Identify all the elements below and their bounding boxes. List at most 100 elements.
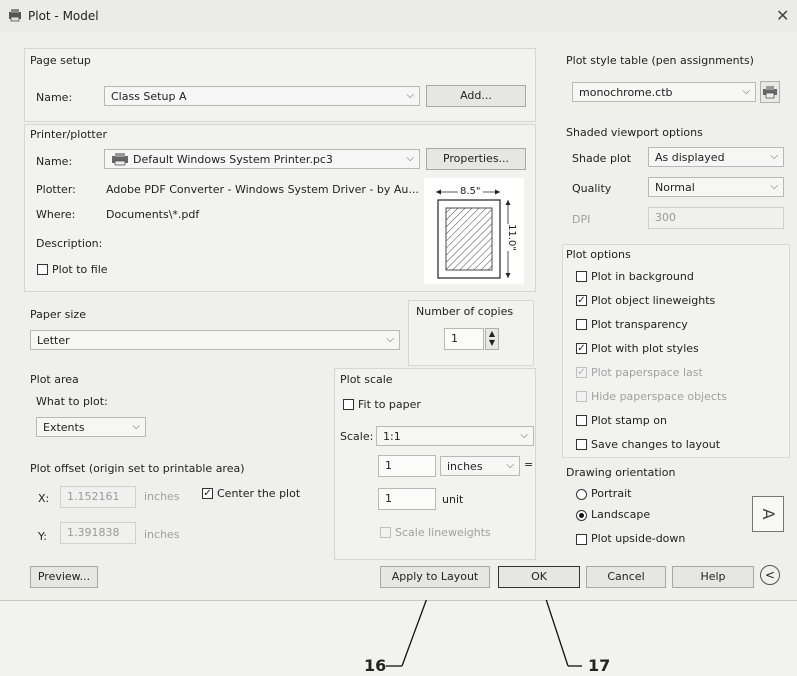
page-setup-name-label: Name:: [36, 91, 73, 104]
plot-option-label: Save changes to layout: [591, 438, 721, 451]
printer-icon: [111, 152, 129, 168]
center-plot-checkbox[interactable]: ✓: [202, 488, 213, 499]
portrait-radio[interactable]: [576, 489, 587, 500]
title-bar: Plot - Model ✕: [0, 0, 797, 32]
plot-option-label: Plot paperspace last: [591, 366, 703, 379]
plot-option-checkbox[interactable]: ✓: [576, 295, 587, 306]
plot-scale-heading: Plot scale: [340, 373, 393, 386]
dpi-label: DPI: [572, 213, 591, 226]
drawing-orientation-heading: Drawing orientation: [566, 466, 676, 479]
plot-option-label: Plot in background: [591, 270, 694, 283]
printer-name-dropdown[interactable]: Default Windows System Printer.pc3 ⌵: [104, 149, 420, 169]
scale-label: Scale:: [340, 430, 374, 443]
plot-option-checkbox[interactable]: [576, 439, 587, 450]
where-value: Documents\*.pdf: [106, 208, 200, 221]
where-label: Where:: [36, 208, 76, 221]
plot-style-table-dropdown[interactable]: monochrome.ctb ⌵: [572, 82, 756, 102]
plot-option-checkbox[interactable]: [576, 271, 587, 282]
chevron-down-icon: ⌵: [742, 86, 750, 97]
more-options-icon[interactable]: <: [760, 565, 780, 585]
chevron-down-icon: ⌵: [406, 90, 414, 101]
chevron-down-icon: ⌵: [386, 334, 394, 345]
chevron-down-icon: ⌵: [506, 460, 514, 471]
chevron-down-icon: ⌵: [406, 153, 414, 164]
paper-size-dropdown[interactable]: Letter ⌵: [30, 330, 400, 350]
plot-offset-heading: Plot offset (origin set to printable are…: [30, 462, 245, 475]
paper-preview: 8.5" 11.0": [424, 178, 524, 284]
ok-button[interactable]: OK: [498, 566, 580, 588]
shade-plot-label: Shade plot: [572, 152, 632, 165]
page-setup-heading: Page setup: [30, 54, 91, 67]
close-icon[interactable]: ✕: [776, 6, 789, 25]
plot-option-label: Hide paperspace objects: [591, 390, 727, 403]
chevron-down-icon: ⌵: [770, 151, 778, 162]
plot-upside-down-label: Plot upside-down: [591, 532, 686, 545]
scale-lineweights-checkbox[interactable]: [380, 527, 391, 538]
help-button[interactable]: Help: [672, 566, 754, 588]
scale-denominator-input[interactable]: 1: [378, 488, 436, 510]
offset-y-label: Y:: [38, 530, 47, 543]
scale-dropdown[interactable]: 1:1 ⌵: [376, 426, 534, 446]
properties-button[interactable]: Properties...: [426, 148, 526, 170]
plot-app-icon: [8, 8, 22, 22]
orientation-preview-icon: A: [752, 496, 784, 532]
shade-plot-dropdown[interactable]: As displayed ⌵: [648, 147, 784, 167]
plot-option-label: Plot with plot styles: [591, 342, 699, 355]
printer-name-label: Name:: [36, 155, 73, 168]
preview-button[interactable]: Preview...: [30, 566, 98, 588]
paper-height-label: 11.0": [505, 224, 517, 251]
plot-option-checkbox[interactable]: [576, 391, 587, 402]
plotter-value: Adobe PDF Converter - Windows System Dri…: [106, 183, 419, 196]
plot-option-checkbox[interactable]: [576, 415, 587, 426]
quality-label: Quality: [572, 182, 612, 195]
edit-plot-style-button[interactable]: [760, 81, 780, 103]
what-to-plot-label: What to plot:: [36, 395, 108, 408]
callout-arrows: [386, 600, 582, 667]
chevron-down-icon: ⌵: [132, 421, 140, 432]
apply-to-layout-button[interactable]: Apply to Layout: [380, 566, 490, 588]
plot-upside-down-checkbox[interactable]: [576, 534, 587, 545]
plot-option-label: Plot object lineweights: [591, 294, 716, 307]
add-button[interactable]: Add...: [426, 85, 526, 107]
description-label: Description:: [36, 237, 103, 250]
cancel-button[interactable]: Cancel: [586, 566, 666, 588]
plot-style-edit-icon: [762, 85, 778, 102]
landscape-radio[interactable]: [576, 510, 587, 521]
offset-y-input[interactable]: 1.391838: [60, 522, 136, 544]
window-title: Plot - Model: [28, 9, 99, 23]
offset-x-units: inches: [144, 490, 180, 503]
callout-17: 17: [588, 656, 611, 675]
chevron-down-icon: ⌵: [770, 181, 778, 192]
plot-option-checkbox[interactable]: [576, 319, 587, 330]
plot-option-label: Plot transparency: [591, 318, 688, 331]
equals-sign: =: [524, 458, 534, 471]
plot-area-heading: Plot area: [30, 373, 79, 386]
page-setup-name-dropdown[interactable]: Class Setup A ⌵: [104, 86, 420, 106]
plot-option-checkbox[interactable]: ✓: [576, 367, 587, 378]
plotter-label: Plotter:: [36, 183, 76, 196]
portrait-label: Portrait: [591, 487, 632, 500]
svg-text:A: A: [759, 509, 778, 520]
scale-units-dropdown[interactable]: inches ⌵: [440, 456, 520, 476]
plot-to-file-checkbox[interactable]: [37, 264, 48, 275]
center-plot-label: Center the plot: [217, 487, 301, 500]
callout-16: 16: [364, 656, 387, 675]
offset-x-input[interactable]: 1.152161: [60, 486, 136, 508]
scale-denominator-unit: unit: [442, 493, 464, 506]
chevron-down-icon: ⌵: [520, 430, 528, 441]
dpi-input[interactable]: 300: [648, 207, 784, 229]
landscape-label: Landscape: [591, 508, 651, 521]
printer-plotter-heading: Printer/plotter: [30, 128, 107, 141]
offset-x-label: X:: [38, 492, 50, 505]
scale-numerator-input[interactable]: 1: [378, 455, 436, 477]
plot-dialog: Plot - Model ✕ Page setup Name: Class Se…: [0, 0, 797, 601]
copies-input[interactable]: 1: [444, 328, 484, 350]
fit-to-paper-checkbox[interactable]: [343, 399, 354, 410]
scale-lineweights-label: Scale lineweights: [395, 526, 491, 539]
quality-dropdown[interactable]: Normal ⌵: [648, 177, 784, 197]
copies-spinner[interactable]: ▲ ▼: [485, 328, 499, 350]
plot-option-checkbox[interactable]: ✓: [576, 343, 587, 354]
paper-size-heading: Paper size: [30, 308, 86, 321]
fit-to-paper-label: Fit to paper: [358, 398, 421, 411]
what-to-plot-dropdown[interactable]: Extents ⌵: [36, 417, 146, 437]
